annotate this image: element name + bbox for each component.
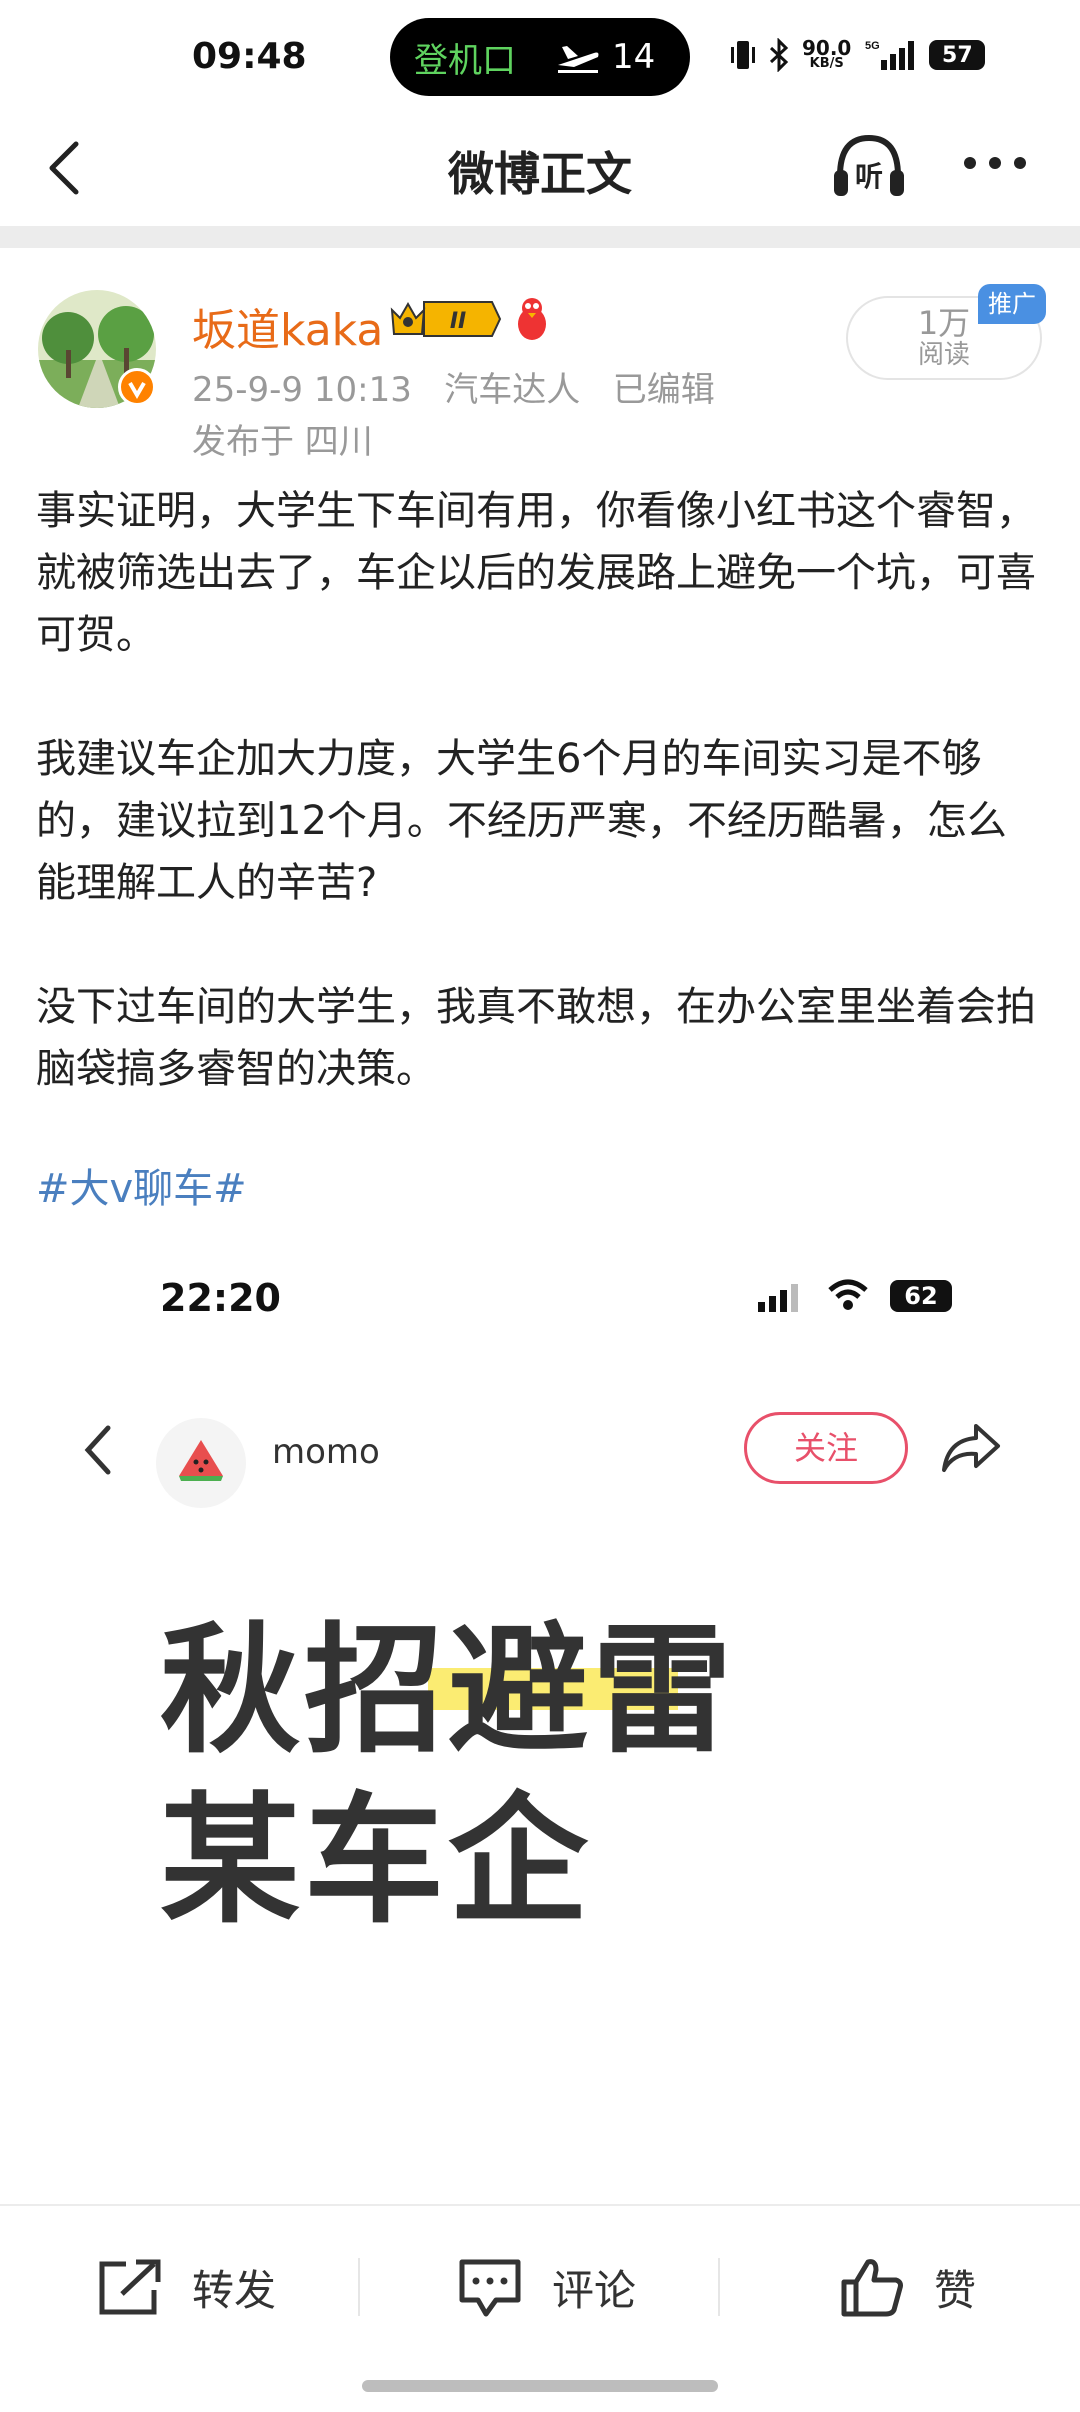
dynamic-island[interactable]: 登机口 14 bbox=[390, 18, 690, 96]
vibrate-icon bbox=[731, 41, 755, 69]
network-type: 5G bbox=[865, 40, 880, 52]
comment-label: 评论 bbox=[552, 2265, 637, 2315]
like-button[interactable]: 赞 bbox=[838, 2252, 976, 2322]
like-label: 赞 bbox=[934, 2265, 977, 2315]
page-title: 微博正文 bbox=[448, 147, 632, 201]
post-paragraph: 没下过车间的大学生，我真不敢想，在办公室里坐着会拍脑袋搞多睿智的决策。 bbox=[36, 984, 1036, 1092]
comment-button[interactable]: 评论 bbox=[456, 2252, 636, 2322]
comment-icon bbox=[459, 2259, 521, 2317]
divider bbox=[718, 2258, 720, 2316]
author-name[interactable]: 坂道kaka bbox=[192, 294, 383, 358]
battery-indicator: 57 bbox=[929, 40, 986, 70]
rank-badge-text: II bbox=[450, 309, 466, 334]
net-speed: 90.0 KB/S bbox=[802, 36, 852, 71]
nav-bar: 微博正文 听 bbox=[0, 120, 1080, 226]
embedded-share-icon bbox=[942, 1424, 1000, 1472]
status-icons: 90.0 KB/S 5G 57 bbox=[730, 36, 986, 72]
listen-label: 听 bbox=[855, 160, 883, 193]
topic-hashtag-link[interactable]: #大v聊车# bbox=[36, 1156, 247, 1214]
post-body: 事实证明，大学生下车间有用，你看像小红书这个睿智，就被筛选出去了，车企以后的发展… bbox=[36, 480, 1046, 1162]
embedded-signal-icon bbox=[758, 1284, 798, 1312]
more-icon[interactable] bbox=[960, 148, 1030, 178]
read-count-label: 阅读 bbox=[917, 340, 970, 370]
promote-tag[interactable]: 推广 bbox=[978, 284, 1046, 324]
home-indicator[interactable] bbox=[362, 2380, 718, 2392]
embedded-wifi-icon bbox=[828, 1279, 868, 1310]
cellular-signal-icon: 5G bbox=[865, 40, 915, 70]
embedded-avatar bbox=[156, 1418, 246, 1508]
headphones-listen-icon[interactable]: 听 bbox=[828, 126, 910, 208]
embedded-user-name: momo bbox=[272, 1432, 380, 1472]
divider bbox=[358, 2258, 360, 2316]
crown-rank-badge-icon: II bbox=[390, 301, 502, 337]
embedded-battery: 62 bbox=[890, 1280, 952, 1312]
watermelon-icon bbox=[179, 1440, 223, 1481]
status-bar: 09:48 登机口 14 90.0 KB/S 5G 57 bbox=[0, 0, 1080, 120]
post-image[interactable]: 22:20 62 momo 关注 秋招避雷 某车企 bbox=[0, 1228, 1080, 2208]
airplane-icon bbox=[558, 46, 599, 73]
bluetooth-icon bbox=[769, 38, 789, 72]
embedded-status-time: 22:20 bbox=[160, 1276, 281, 1320]
bottom-action-bar: 转发 评论 赞 bbox=[0, 2204, 1080, 2412]
post-meta: 25-9-9 10:13 汽车达人 已编辑 bbox=[192, 370, 715, 410]
island-number: 14 bbox=[612, 37, 656, 77]
status-time: 09:48 bbox=[192, 36, 307, 77]
section-divider bbox=[0, 226, 1080, 248]
post-paragraph: 我建议车企加大力度，大学生6个月的车间实习是不够的，建议拉到12个月。不经历严寒… bbox=[36, 736, 1007, 906]
verified-badge-icon bbox=[118, 368, 156, 406]
repost-icon bbox=[99, 2259, 161, 2315]
island-label: 登机口 bbox=[414, 40, 516, 81]
embedded-headline-line2: 某车企 bbox=[160, 1780, 593, 1943]
embedded-follow-button: 关注 bbox=[744, 1412, 908, 1484]
thumbs-up-icon bbox=[841, 2259, 903, 2317]
repost-label: 转发 bbox=[192, 2265, 277, 2315]
post-location: 发布于 四川 bbox=[192, 422, 373, 462]
repost-button[interactable]: 转发 bbox=[96, 2252, 276, 2322]
mascot-icon bbox=[518, 298, 546, 340]
net-speed-value: 90.0 bbox=[802, 36, 852, 60]
post-paragraph: 事实证明，大学生下车间有用，你看像小红书这个睿智，就被筛选出去了，车企以后的发展… bbox=[36, 488, 1036, 658]
embedded-back-icon bbox=[84, 1425, 111, 1475]
